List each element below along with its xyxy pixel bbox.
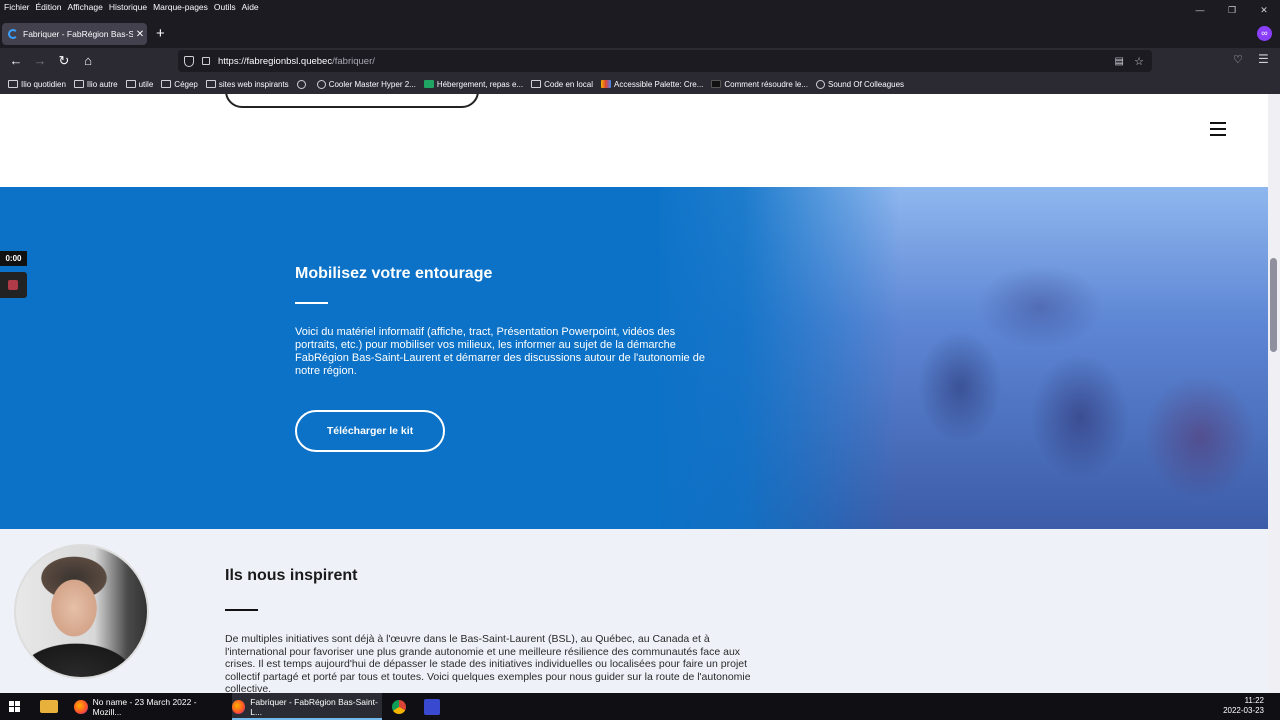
windows-icon bbox=[8, 701, 20, 713]
screen: Fichier Édition Affichage Historique Mar… bbox=[0, 0, 1280, 720]
recording-timer: 0:00 bbox=[0, 251, 27, 266]
menu-fichier[interactable]: Fichier bbox=[4, 2, 30, 12]
menu-outils[interactable]: Outils bbox=[214, 2, 236, 12]
url-host: https://fabregionbsl.quebec bbox=[218, 55, 333, 67]
menu-historique[interactable]: Historique bbox=[109, 2, 147, 12]
inspirations-section: Ils nous inspirent De multiples initiati… bbox=[0, 529, 1268, 693]
section-paragraph: De multiples initiatives sont déjà à l'œ… bbox=[225, 633, 751, 693]
reload-button[interactable]: ↻ bbox=[54, 51, 74, 71]
page-scrollbar[interactable] bbox=[1268, 94, 1280, 693]
hero-paragraph: Voici du matériel informatif (affiche, t… bbox=[295, 326, 705, 377]
folder-icon bbox=[161, 80, 172, 88]
hero-divider bbox=[295, 302, 328, 304]
folder-icon bbox=[205, 80, 216, 88]
hero-title: Mobilisez votre entourage bbox=[295, 265, 493, 282]
bookmark-item[interactable]: Sound Of Colleagues bbox=[816, 79, 904, 89]
folder-icon bbox=[73, 80, 84, 88]
menu-affichage[interactable]: Affichage bbox=[68, 2, 103, 12]
home-button[interactable]: ⌂ bbox=[78, 51, 98, 71]
close-window-button[interactable]: ✕ bbox=[1248, 0, 1280, 20]
bookmark-item[interactable]: Cégep bbox=[161, 80, 198, 89]
forward-button[interactable]: → bbox=[30, 51, 50, 71]
bookmark-item[interactable]: Accessible Palette: Cre... bbox=[601, 80, 703, 89]
visual-studio-icon[interactable] bbox=[424, 699, 440, 715]
menu-bar: Fichier Édition Affichage Historique Mar… bbox=[0, 0, 1280, 14]
url-bar[interactable]: https://fabregionbsl.quebec/fabriquer/ ▤… bbox=[178, 50, 1152, 72]
minimize-button[interactable]: — bbox=[1184, 0, 1216, 20]
pocket-icon[interactable]: ♡ bbox=[1233, 53, 1243, 66]
taskbar-firefox-app1[interactable]: No name - 23 March 2022 - Mozill... bbox=[74, 693, 224, 720]
bookmark-item[interactable]: Hébergement, repas e... bbox=[423, 80, 523, 89]
bookmark-item[interactable]: Ilio quotidien bbox=[8, 80, 66, 89]
navigation-bar: ← → ↻ ⌂ https://fabregionbsl.quebec/fabr… bbox=[0, 48, 1280, 74]
section-divider bbox=[225, 609, 258, 611]
bookmarks-toolbar: Ilio quotidien Ilio autre utile Cégep si… bbox=[0, 74, 1280, 94]
loading-icon bbox=[8, 29, 18, 39]
tab-title: Fabriquer - FabRégion Bas-Saint-Laurent bbox=[23, 29, 133, 39]
folder-icon bbox=[125, 80, 136, 88]
palette-icon bbox=[601, 80, 612, 88]
private-mask-icon[interactable]: ∞ bbox=[1257, 26, 1272, 41]
menu-edition[interactable]: Édition bbox=[36, 2, 62, 12]
site-icon bbox=[711, 80, 722, 88]
bookmark-item[interactable]: Cooler Master Hyper 2... bbox=[316, 79, 416, 89]
firefox-icon bbox=[232, 699, 246, 714]
app-menu-icon[interactable]: ☰ bbox=[1258, 52, 1269, 66]
folder-icon bbox=[8, 80, 18, 88]
url-path: /fabriquer/ bbox=[332, 55, 375, 67]
bookmark-item[interactable]: Ilio autre bbox=[73, 80, 118, 89]
stop-recording-button[interactable] bbox=[0, 272, 27, 298]
system-clock[interactable]: 11:22 2022-03-23 bbox=[1223, 696, 1264, 716]
start-button[interactable] bbox=[8, 693, 24, 720]
site-icon bbox=[296, 79, 306, 89]
file-explorer-icon[interactable] bbox=[40, 700, 58, 713]
bookmark-item[interactable]: Code en local bbox=[531, 80, 593, 89]
restore-button[interactable]: ❐ bbox=[1216, 0, 1248, 20]
bookmark-item[interactable] bbox=[296, 79, 309, 89]
scrollbar-thumb[interactable] bbox=[1270, 258, 1277, 352]
menu-marque-pages[interactable]: Marque-pages bbox=[153, 2, 208, 12]
tab-strip: Fabriquer - FabRégion Bas-Saint-Laurent … bbox=[0, 22, 1280, 46]
section-title: Ils nous inspirent bbox=[225, 567, 358, 584]
chrome-icon[interactable] bbox=[392, 700, 406, 714]
site-icon bbox=[316, 79, 326, 89]
bookmark-item[interactable]: utile bbox=[125, 80, 153, 89]
bookmark-item[interactable]: Comment résoudre le... bbox=[711, 80, 808, 89]
firefox-icon bbox=[74, 699, 88, 714]
reader-view-icon[interactable]: ▤ bbox=[1115, 56, 1124, 67]
sheets-icon bbox=[423, 80, 434, 88]
hamburger-menu-icon[interactable] bbox=[1210, 122, 1226, 140]
menu-aide[interactable]: Aide bbox=[242, 2, 259, 12]
web-page: Mobilisez votre entourage Voici du matér… bbox=[0, 94, 1268, 693]
folder-icon bbox=[531, 80, 542, 88]
new-tab-button[interactable]: + bbox=[156, 24, 165, 44]
bookmark-star-icon[interactable]: ☆ bbox=[1134, 55, 1144, 68]
stop-icon bbox=[8, 280, 18, 290]
taskbar: No name - 23 March 2022 - Mozill... Fabr… bbox=[0, 693, 1280, 720]
window-controls: — ❐ ✕ bbox=[1184, 0, 1280, 20]
webcam-overlay bbox=[14, 544, 149, 679]
download-kit-button[interactable]: Télécharger le kit bbox=[295, 410, 445, 452]
back-button[interactable]: ← bbox=[6, 51, 26, 71]
bookmark-item[interactable]: sites web inspirants bbox=[205, 80, 289, 89]
globe-icon bbox=[816, 79, 825, 89]
tab-fabriquer[interactable]: Fabriquer - FabRégion Bas-Saint-Laurent … bbox=[2, 23, 147, 45]
hero-section: Mobilisez votre entourage Voici du matér… bbox=[0, 187, 1268, 529]
taskbar-firefox-app2[interactable]: Fabriquer - FabRégion Bas-Saint-L... bbox=[232, 693, 382, 720]
header-button-partial[interactable] bbox=[225, 94, 479, 108]
shield-icon[interactable] bbox=[184, 55, 194, 67]
lock-icon[interactable] bbox=[202, 57, 210, 65]
tab-close-icon[interactable]: ✕ bbox=[133, 29, 147, 40]
